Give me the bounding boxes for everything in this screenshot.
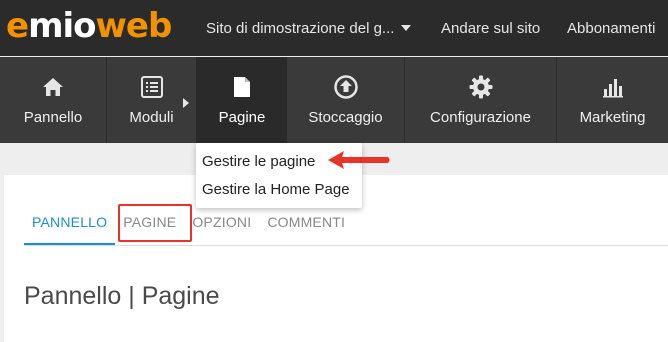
annotation-highlight-box bbox=[118, 204, 192, 242]
site-select-dropdown[interactable]: Sito di dimostrazione del g... bbox=[206, 0, 412, 56]
gear-icon bbox=[469, 73, 493, 101]
logo-part-mio: mio bbox=[28, 6, 96, 46]
nav-label-marketing: Marketing bbox=[579, 109, 646, 126]
bar-chart-icon bbox=[602, 73, 624, 101]
caret-down-icon bbox=[401, 25, 412, 31]
nav-label-pagine: Pagine bbox=[218, 109, 266, 126]
menu-item-gestire-pagine[interactable]: Gestire le pagine bbox=[202, 153, 315, 170]
page-icon bbox=[233, 73, 251, 101]
home-icon bbox=[42, 73, 64, 101]
logo-part-web: web bbox=[95, 6, 173, 46]
tab-commenti[interactable]: COMMENTI bbox=[259, 211, 353, 246]
tabs-divider bbox=[24, 245, 668, 246]
tab-pannello[interactable]: PANNELLO bbox=[24, 211, 116, 246]
site-select-label: Sito di dimostrazione del g... bbox=[206, 19, 395, 37]
list-icon bbox=[140, 73, 163, 101]
upload-icon bbox=[333, 73, 358, 101]
nav-item-marketing[interactable]: Marketing bbox=[557, 57, 668, 143]
nav-label-moduli: Moduli bbox=[129, 109, 174, 126]
main-navigation: Pannello Moduli Pagine Stoccaggio Config… bbox=[0, 57, 668, 143]
nav-item-stoccaggio[interactable]: Stoccaggio bbox=[287, 57, 405, 143]
nav-item-configurazione[interactable]: Configurazione bbox=[405, 57, 557, 143]
annotation-arrow-icon bbox=[328, 151, 390, 169]
nav-item-moduli[interactable]: Moduli bbox=[107, 57, 197, 143]
tab-opzioni[interactable]: OPZIONI bbox=[184, 211, 259, 246]
logo-part-e: e bbox=[6, 6, 29, 46]
nav-label-configurazione: Configurazione bbox=[430, 109, 531, 126]
goto-site-link[interactable]: Andare sul sito bbox=[441, 0, 540, 56]
nav-label-stoccaggio: Stoccaggio bbox=[308, 109, 383, 126]
top-bar: e mio web Sito di dimostrazione del g... A… bbox=[0, 0, 668, 56]
page-title: Pannello | Pagine bbox=[24, 282, 220, 310]
nav-label-pannello: Pannello bbox=[23, 109, 83, 126]
menu-item-gestire-home-page[interactable]: Gestire la Home Page bbox=[202, 181, 350, 198]
subscriptions-link[interactable]: Abbonamenti bbox=[567, 0, 655, 56]
nav-item-pagine[interactable]: Pagine bbox=[197, 57, 287, 143]
emioweb-logo[interactable]: e mio web bbox=[6, 6, 173, 46]
nav-item-pannello[interactable]: Pannello bbox=[0, 57, 107, 143]
chevron-right-icon bbox=[183, 98, 189, 108]
